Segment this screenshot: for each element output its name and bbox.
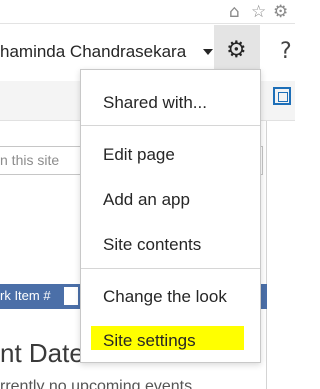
menu-item-site-contents[interactable]: Site contents	[103, 235, 201, 255]
settings-gear-icon[interactable]: ⚙	[226, 36, 247, 64]
gear-icon[interactable]: ⚙	[273, 2, 288, 22]
menu-item-add-an-app[interactable]: Add an app	[103, 190, 190, 210]
focus-on-content-icon[interactable]	[273, 87, 291, 105]
list-header-label: rk Item #	[0, 288, 51, 303]
events-status-text: rrently no upcoming events	[0, 378, 193, 389]
settings-menu: Shared with... Edit page Add an app Site…	[80, 69, 261, 363]
menu-separator	[81, 268, 260, 269]
help-icon[interactable]: ?	[280, 39, 292, 64]
browser-toolbar: ⌂ ☆ ⚙	[0, 0, 295, 24]
menu-item-edit-page[interactable]: Edit page	[103, 145, 175, 165]
menu-separator	[81, 125, 260, 126]
work-item-input[interactable]	[64, 287, 78, 305]
menu-item-site-settings[interactable]: Site settings	[103, 331, 196, 351]
menu-item-shared-with[interactable]: Shared with...	[103, 93, 207, 113]
star-icon[interactable]: ☆	[251, 2, 266, 22]
search-placeholder: n this site	[0, 152, 60, 168]
home-icon[interactable]: ⌂	[229, 2, 240, 22]
chevron-down-icon[interactable]	[203, 49, 213, 55]
divider	[266, 121, 267, 389]
menu-item-change-the-look[interactable]: Change the look	[103, 287, 227, 307]
user-menu-name[interactable]: haminda Chandrasekara	[0, 42, 186, 62]
